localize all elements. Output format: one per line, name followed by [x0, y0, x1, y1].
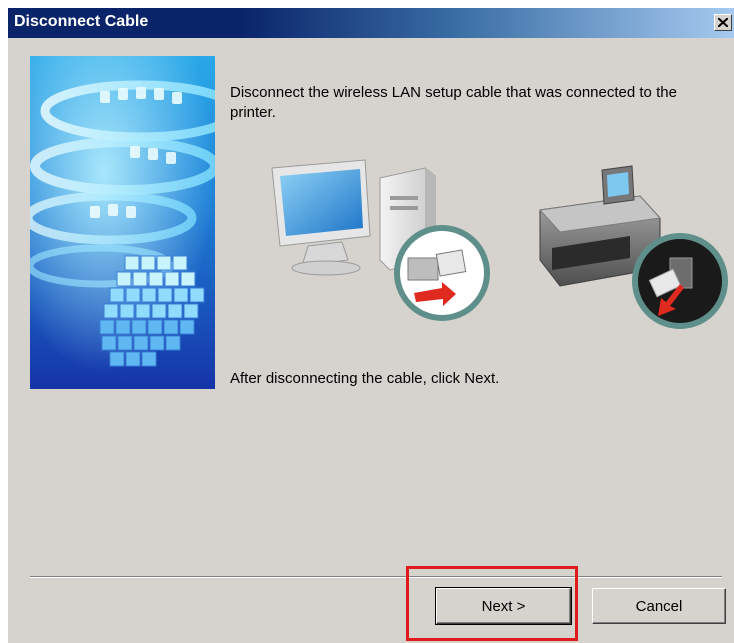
title-bar[interactable]: Disconnect Cable	[8, 8, 734, 38]
usb-unplug-icon	[394, 225, 490, 321]
instruction-text: Disconnect the wireless LAN setup cable …	[230, 84, 677, 121]
after-instruction-text: After disconnecting the cable, click Nex…	[230, 370, 500, 387]
disconnect-cable-dialog: Disconnect Cable Disconnect the wireless…	[8, 8, 734, 643]
window-title: Disconnect Cable	[14, 13, 149, 30]
setup-banner-image	[30, 56, 215, 389]
cable-illustration	[271, 159, 728, 329]
close-button[interactable]	[714, 14, 732, 31]
close-x-icon	[718, 18, 728, 27]
button-separator	[30, 576, 722, 578]
usb-unplug-icon	[632, 233, 728, 329]
next-button[interactable]: Next >	[435, 587, 572, 625]
cancel-button[interactable]: Cancel	[592, 588, 726, 624]
